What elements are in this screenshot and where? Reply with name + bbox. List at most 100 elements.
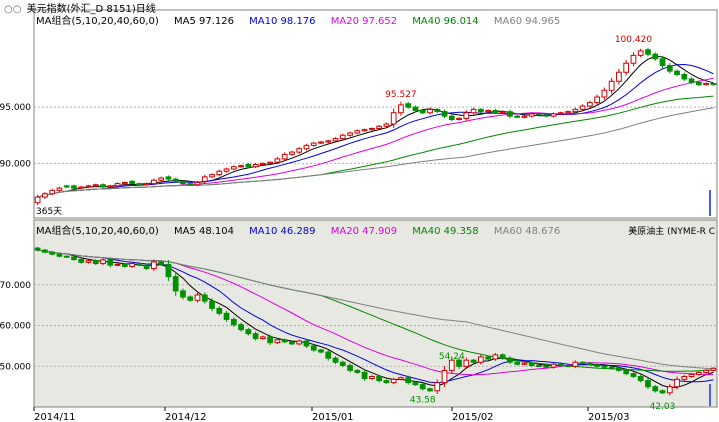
top-candle-body bbox=[339, 134, 346, 140]
bottom-candle-body bbox=[586, 362, 593, 366]
top-candle-body bbox=[114, 183, 121, 187]
top-candle-body bbox=[616, 71, 622, 82]
top-candle-body bbox=[230, 166, 237, 170]
bottom-candle-body bbox=[143, 264, 150, 269]
bottom-candle-body bbox=[507, 357, 513, 363]
top-candle-body bbox=[172, 178, 179, 182]
top-candle-body bbox=[521, 115, 528, 118]
top-candle-body bbox=[398, 104, 404, 114]
top-candle-body bbox=[209, 174, 215, 178]
top-candle-body bbox=[78, 186, 85, 189]
top-candle-body bbox=[42, 193, 48, 198]
x-tick-label: 2014/11 bbox=[34, 412, 76, 422]
bottom-ma5: MA5 48.104 bbox=[173, 226, 234, 237]
bottom-candle-body bbox=[514, 361, 521, 365]
bottom-candle-body bbox=[427, 388, 433, 392]
top-candle-body bbox=[565, 111, 571, 114]
bottom-ma40: MA40 49.358 bbox=[412, 226, 479, 237]
top-candle-body bbox=[267, 161, 274, 164]
top-ma10: MA10 98.176 bbox=[249, 16, 316, 27]
top-ma20: MA20 97.652 bbox=[330, 16, 398, 27]
bottom-candle-body bbox=[216, 307, 223, 314]
top-price-annotation: 95.527 bbox=[385, 90, 417, 100]
bottom-candle-body bbox=[347, 364, 353, 371]
top-candle-body bbox=[347, 132, 353, 136]
top-candle-body bbox=[332, 138, 339, 142]
bottom-panel-frame bbox=[33, 219, 718, 408]
bottom-candle-body bbox=[281, 339, 288, 343]
top-candle-body bbox=[143, 183, 150, 186]
bottom-candle-body bbox=[209, 300, 215, 309]
top-candle-body bbox=[688, 78, 695, 83]
bottom-candle-body bbox=[434, 382, 441, 392]
top-candle-body bbox=[652, 53, 659, 60]
top-candle-body bbox=[318, 141, 324, 144]
top-candle-body bbox=[390, 112, 397, 125]
top-ma60: MA60 94.965 bbox=[493, 16, 561, 27]
bottom-candle-body bbox=[339, 361, 346, 366]
bottom-candle-body bbox=[34, 247, 41, 251]
dual-candlestick-chart: 95.000 90.000 100.420 95.527 70.000 60.000 50.… bbox=[0, 0, 719, 422]
top-candle-body bbox=[194, 182, 201, 186]
bottom-candle-body bbox=[180, 290, 186, 298]
top-candle-body bbox=[405, 103, 412, 108]
bottom-candle-body bbox=[151, 261, 157, 269]
bottom-ma-legend: MA组合(5,10,20,40,60,0) MA5 48.104 MA10 46… bbox=[36, 222, 572, 237]
top-candle-body bbox=[121, 182, 128, 185]
bottom-y-tick-label: 50.000 bbox=[0, 362, 31, 372]
bottom-candle-body bbox=[158, 261, 165, 265]
chart-window: 95.000 90.000 100.420 95.527 70.000 60.000 50.… bbox=[0, 0, 719, 422]
top-candle-body bbox=[252, 164, 259, 168]
bottom-candle-body bbox=[579, 361, 586, 364]
top-price-annotation: 100.420 bbox=[615, 35, 652, 45]
top-candle-body bbox=[441, 111, 448, 117]
bottom-candle-body bbox=[63, 255, 70, 258]
bottom-candle-body bbox=[376, 376, 382, 382]
bottom-candle-body bbox=[361, 371, 368, 380]
top-candle-body bbox=[645, 49, 651, 55]
bottom-y-tick-label: 60.000 bbox=[0, 322, 31, 332]
top-ma-title[interactable]: MA组合(5,10,20,40,60,0) bbox=[36, 16, 159, 27]
top-candle-body bbox=[586, 102, 593, 107]
bottom-candle-body bbox=[107, 259, 114, 266]
bottom-candle-body bbox=[674, 378, 680, 388]
top-candle-body bbox=[659, 58, 666, 66]
bottom-candle-body bbox=[652, 386, 659, 392]
top-candle-body bbox=[492, 110, 499, 114]
dual-circle-icon[interactable]: ○○ bbox=[4, 4, 21, 15]
top-candle-body bbox=[238, 165, 244, 168]
bottom-candle-body bbox=[245, 329, 252, 335]
bottom-candle-body bbox=[303, 340, 310, 347]
bottom-candle-body bbox=[477, 356, 484, 363]
bottom-candle-body bbox=[165, 263, 172, 278]
top-candle-body bbox=[681, 74, 688, 80]
bottom-candle-body bbox=[332, 357, 339, 363]
bottom-candle-body bbox=[390, 378, 397, 384]
bottom-candle-body bbox=[528, 362, 535, 366]
top-candle-body bbox=[216, 170, 223, 176]
bottom-symbol-label: 美原油主 (NYME-R C bbox=[628, 227, 715, 237]
top-ma-legend: MA组合(5,10,20,40,60,0) MA5 97.126 MA10 98… bbox=[36, 12, 572, 27]
bottom-candle-body bbox=[419, 384, 426, 390]
top-candle-body bbox=[710, 83, 717, 86]
top-candle-body bbox=[427, 108, 433, 114]
top-candle-body bbox=[289, 151, 295, 155]
top-candle-body bbox=[572, 108, 579, 113]
top-candle-body bbox=[412, 106, 419, 111]
bottom-candle-body bbox=[260, 336, 266, 340]
top-candle-body bbox=[594, 96, 600, 104]
bottom-price-annotation: 54.24 bbox=[439, 352, 465, 362]
top-candle-body bbox=[180, 180, 186, 185]
bottom-candle-body bbox=[114, 263, 121, 266]
bottom-candle-body bbox=[136, 263, 143, 266]
top-candle-body bbox=[601, 89, 608, 98]
bottom-ma-title[interactable]: MA组合(5,10,20,40,60,0) bbox=[36, 226, 159, 237]
bottom-candle-body bbox=[405, 377, 412, 384]
bottom-candle-body bbox=[666, 386, 673, 394]
bottom-candle-body bbox=[594, 364, 600, 367]
bottom-candle-body bbox=[223, 312, 230, 320]
bottom-candle-body bbox=[659, 390, 666, 394]
bottom-candle-body bbox=[85, 260, 92, 263]
top-candle-body bbox=[187, 183, 194, 186]
top-candle-body bbox=[463, 112, 470, 119]
